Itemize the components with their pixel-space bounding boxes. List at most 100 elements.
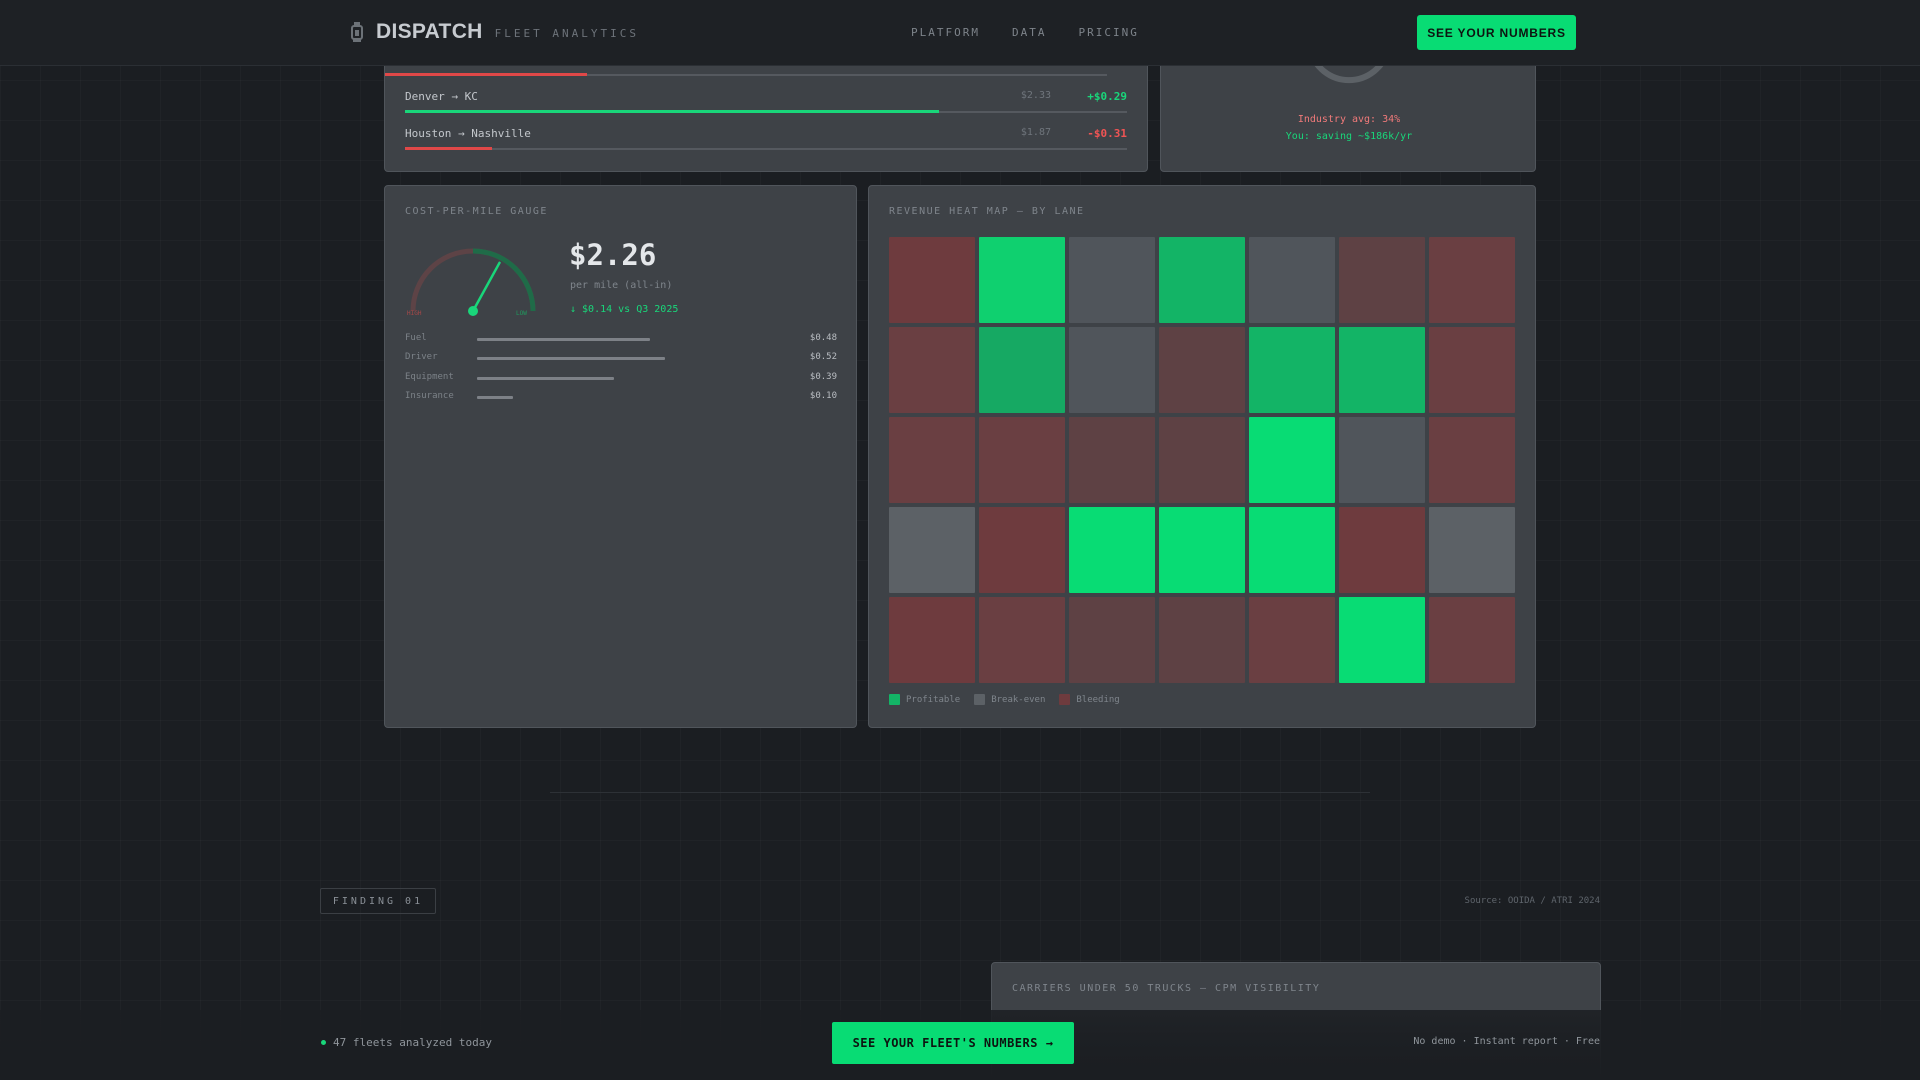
panel-title: REVENUE HEAT MAP — BY LANE xyxy=(889,206,1085,217)
heat-cell-bleeding[interactable] xyxy=(979,597,1065,683)
section-divider xyxy=(550,792,1370,793)
lane-delta: +$0.29 xyxy=(1087,90,1127,103)
legend-label: Break-even xyxy=(991,694,1046,705)
heat-cell-bleeding[interactable] xyxy=(1159,597,1245,683)
heat-cell-bleeding[interactable] xyxy=(889,237,975,323)
breakdown-label: Fuel xyxy=(405,333,427,343)
heat-cell-profitable[interactable] xyxy=(1249,417,1335,503)
see-your-fleets-numbers-button[interactable]: SEE YOUR FLEET'S NUMBERS → xyxy=(832,1022,1074,1064)
heat-cell-bleeding[interactable] xyxy=(889,597,975,683)
legend-item-break-even: Break-even xyxy=(974,694,1045,705)
lantern-icon xyxy=(351,22,363,42)
breakdown-row-insurance: Insurance $0.10 xyxy=(405,391,837,403)
heat-cell-bleeding[interactable] xyxy=(979,417,1065,503)
legend-label: Profitable xyxy=(906,694,961,705)
breakdown-value: $0.39 xyxy=(809,372,837,382)
nav-link-platform[interactable]: PLATFORM xyxy=(911,26,980,39)
lane-bar-fill xyxy=(405,110,939,113)
nav-link-data[interactable]: DATA xyxy=(1012,26,1047,39)
heat-cell-break-even[interactable] xyxy=(1069,237,1155,323)
gauge-label-high: HIGH xyxy=(407,310,422,317)
brand-name: DISPATCH xyxy=(376,20,483,43)
legend-item-bleeding: Bleeding xyxy=(1059,694,1120,705)
heat-map-legend: Profitable Break-even Bleeding xyxy=(889,694,1120,705)
heat-cell-profitable[interactable] xyxy=(1159,507,1245,593)
heat-cell-bleeding[interactable] xyxy=(889,417,975,503)
brand-tagline: FLEET ANALYTICS xyxy=(494,26,639,40)
cpm-subtitle: per mile (all-in) xyxy=(570,280,673,291)
heat-cell-profitable[interactable] xyxy=(1069,507,1155,593)
breakdown-bar xyxy=(477,357,665,360)
heat-cell-bleeding[interactable] xyxy=(1339,237,1425,323)
legend-swatch xyxy=(1059,694,1071,705)
legend-swatch xyxy=(889,694,900,705)
legend-label: Bleeding xyxy=(1076,694,1120,705)
lane-delta: -$0.31 xyxy=(1087,127,1127,140)
heat-cell-bleeding[interactable] xyxy=(1159,417,1245,503)
lane-name: Houston → Nashville xyxy=(405,127,531,140)
heat-cell-break-even[interactable] xyxy=(1249,237,1335,323)
footer-note: No demo · Instant report · Free xyxy=(1413,1036,1600,1047)
breakdown-row-fuel: Fuel $0.48 xyxy=(405,333,837,345)
gauge-label-low: LOW xyxy=(516,310,527,317)
heat-cell-bleeding[interactable] xyxy=(979,507,1065,593)
heat-cell-break-even[interactable] xyxy=(1339,417,1425,503)
gauge-needle xyxy=(471,261,501,313)
heat-cell-profitable[interactable] xyxy=(979,237,1065,323)
panel-title: CARRIERS UNDER 50 TRUCKS — CPM VISIBILIT… xyxy=(1012,983,1321,994)
lane-profitability-panel: Denver → KC $2.33 +$0.29 Houston → Nashv… xyxy=(384,48,1148,172)
live-status-dot xyxy=(321,1040,326,1045)
heat-cell-bleeding[interactable] xyxy=(1429,597,1515,683)
heat-cell-bleeding[interactable] xyxy=(1339,507,1425,593)
lane-bar-track xyxy=(405,110,1127,113)
heat-cell-break-even[interactable] xyxy=(1069,327,1155,413)
top-nav: DISPATCH FLEET ANALYTICS PLATFORM DATA P… xyxy=(0,0,1920,66)
nav-links: PLATFORM DATA PRICING xyxy=(911,26,1139,39)
gauge-hub xyxy=(468,306,478,316)
legend-item-profitable: Profitable xyxy=(889,694,960,705)
finding-badge: FINDING 01 xyxy=(320,888,436,914)
your-savings: You: saving ~$186k/yr xyxy=(1285,131,1413,142)
breakdown-value: $0.48 xyxy=(809,333,837,343)
heat-cell-bleeding[interactable] xyxy=(1429,417,1515,503)
breakdown-row-driver: Driver $0.52 xyxy=(405,352,837,364)
heat-map-grid xyxy=(889,237,1515,683)
breakdown-label: Insurance xyxy=(405,391,454,401)
breakdown-label: Equipment xyxy=(405,372,454,382)
heat-cell-break-even[interactable] xyxy=(1429,507,1515,593)
heat-cell-bleeding[interactable] xyxy=(1069,597,1155,683)
lane-bar-fill xyxy=(405,147,492,150)
heat-cell-profitable[interactable] xyxy=(1159,237,1245,323)
breakdown-label: Driver xyxy=(405,352,438,362)
see-your-numbers-button[interactable]: SEE YOUR NUMBERS xyxy=(1417,15,1576,50)
lane-bar-track xyxy=(385,73,1107,76)
breakdown-value: $0.52 xyxy=(809,352,837,362)
heat-cell-bleeding[interactable] xyxy=(1249,597,1335,683)
cost-per-mile-gauge-panel: COST-PER-MILE GAUGE HIGH LOW $2.26 per m… xyxy=(384,185,857,728)
breakdown-bar xyxy=(477,396,513,399)
heat-cell-break-even[interactable] xyxy=(889,507,975,593)
heat-cell-profitable[interactable] xyxy=(979,327,1065,413)
revenue-heat-map-panel: REVENUE HEAT MAP — BY LANE Profitable Br… xyxy=(868,185,1536,728)
breakdown-row-equipment: Equipment $0.39 xyxy=(405,372,837,384)
breakdown-value: $0.10 xyxy=(809,391,837,401)
heat-cell-bleeding[interactable] xyxy=(1429,327,1515,413)
legend-swatch xyxy=(974,694,986,705)
nav-link-pricing[interactable]: PRICING xyxy=(1078,26,1138,39)
heat-cell-bleeding[interactable] xyxy=(1159,327,1245,413)
heat-cell-profitable[interactable] xyxy=(1339,327,1425,413)
breakdown-bar xyxy=(477,338,650,341)
heat-cell-profitable[interactable] xyxy=(1249,327,1335,413)
lane-cpm: $2.33 xyxy=(1020,90,1051,101)
fleets-analyzed-count: 47 fleets analyzed today xyxy=(333,1036,492,1049)
heat-cell-bleeding[interactable] xyxy=(889,327,975,413)
panel-title: COST-PER-MILE GAUGE xyxy=(405,206,548,217)
lane-name: Denver → KC xyxy=(405,90,478,103)
cpm-gauge: HIGH LOW xyxy=(407,248,536,317)
heat-cell-profitable[interactable] xyxy=(1339,597,1425,683)
heat-cell-bleeding[interactable] xyxy=(1069,417,1155,503)
brand[interactable]: DISPATCH FLEET ANALYTICS xyxy=(350,20,639,44)
breakdown-bar xyxy=(477,377,614,380)
heat-cell-profitable[interactable] xyxy=(1249,507,1335,593)
heat-cell-bleeding[interactable] xyxy=(1429,237,1515,323)
